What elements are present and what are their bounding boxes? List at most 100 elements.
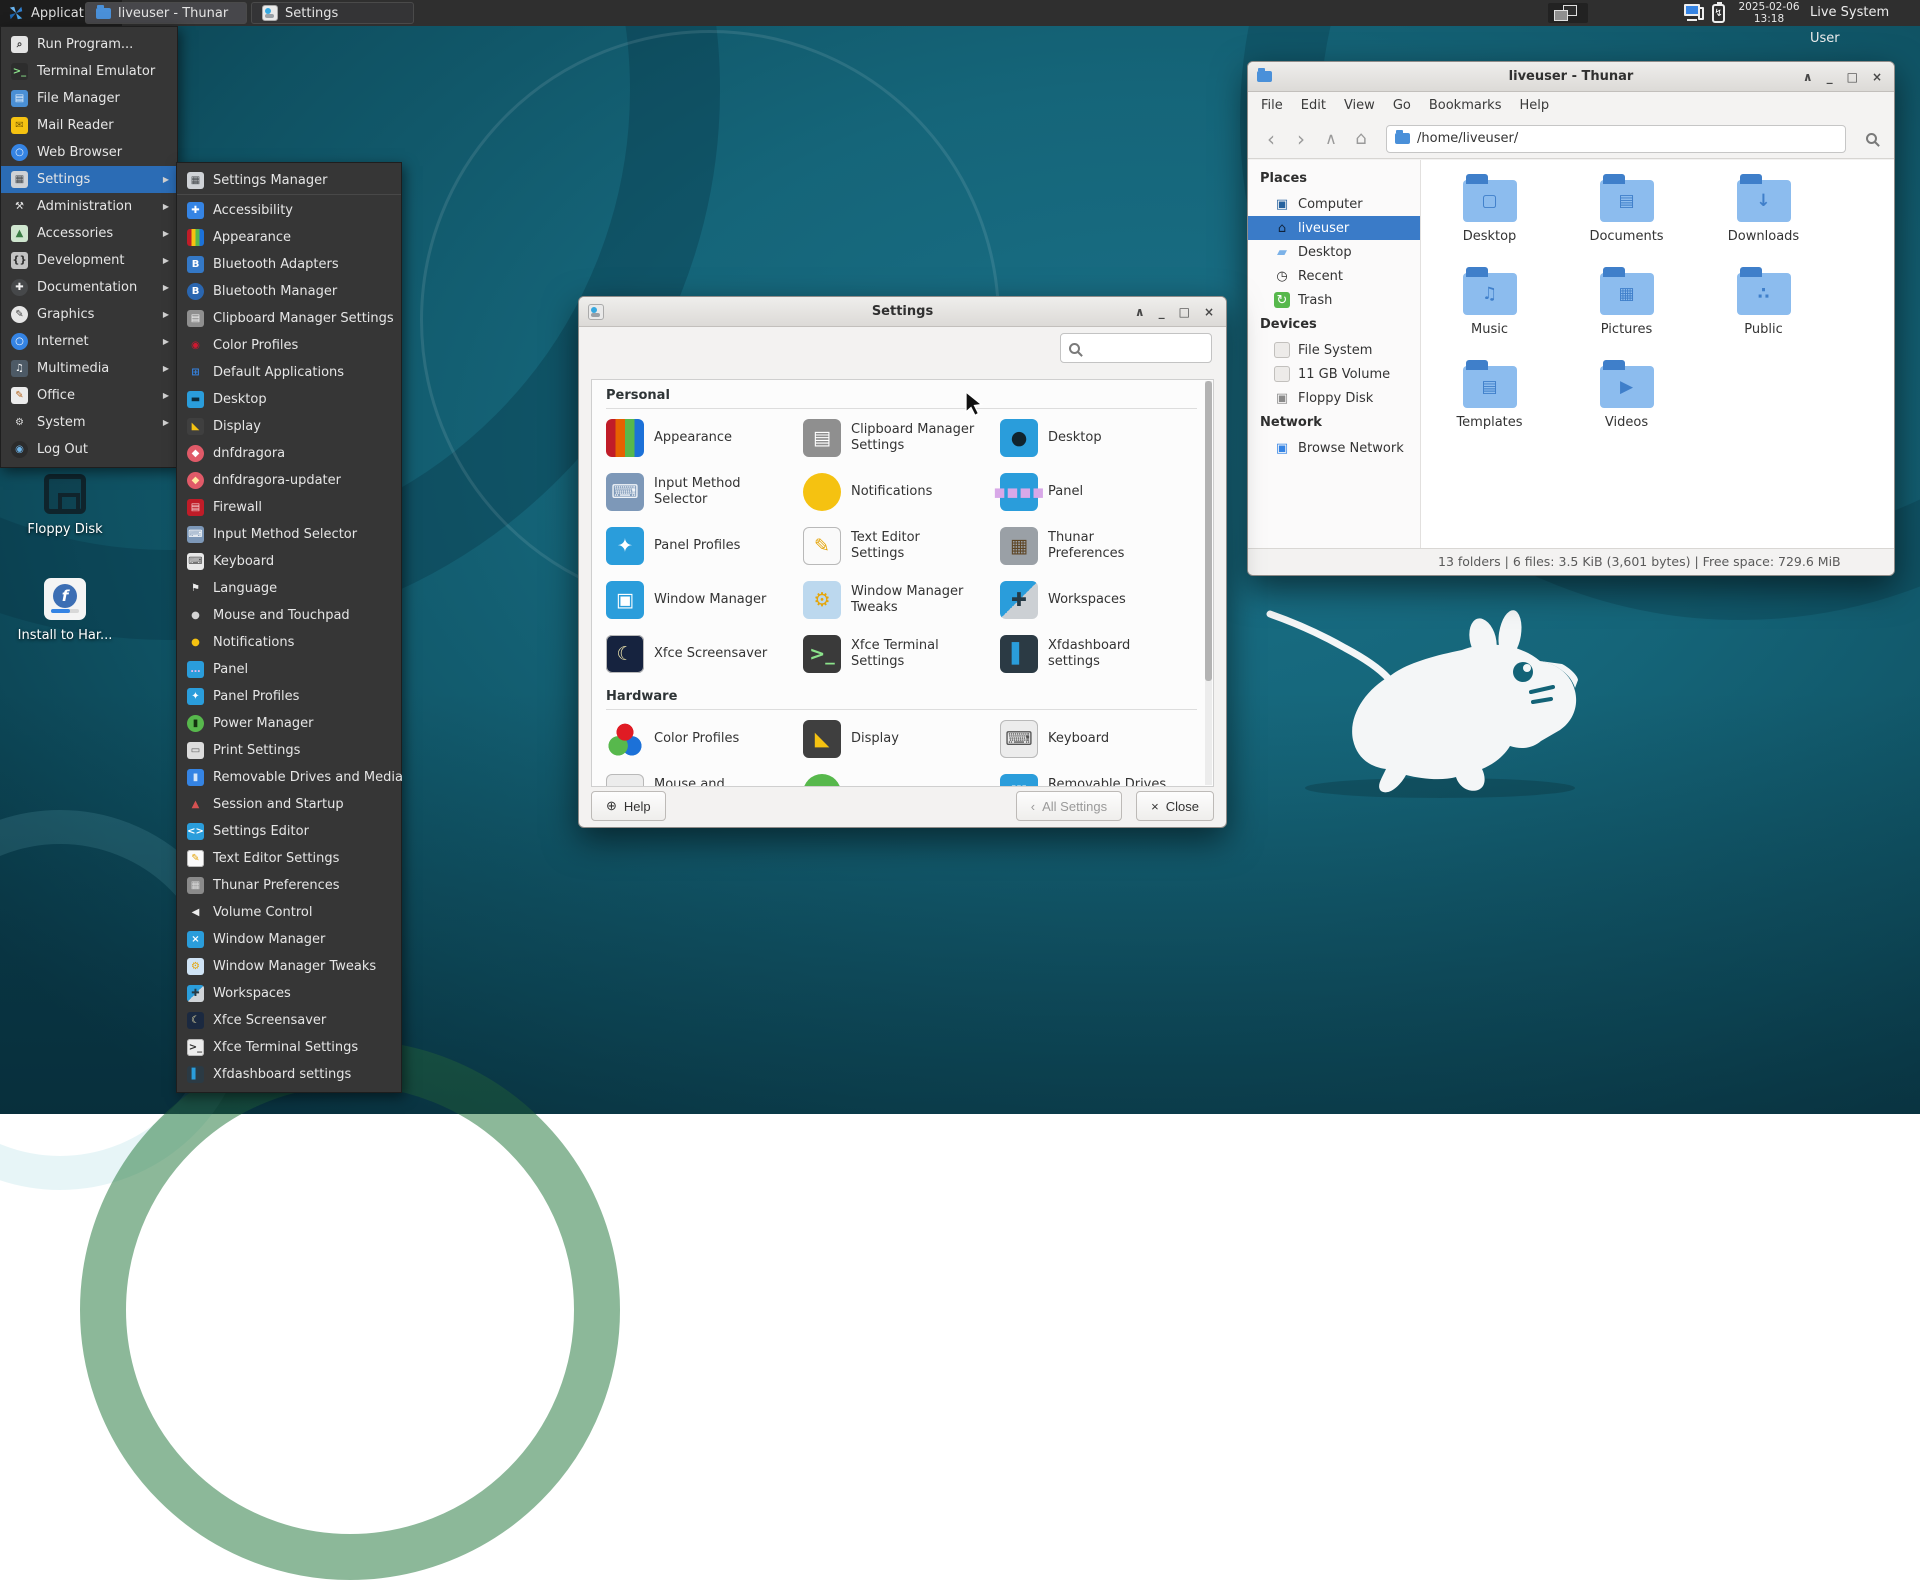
submenu-item[interactable]: ▌ Xfdashboard settings xyxy=(177,1061,401,1088)
folder-item[interactable]: ▤ Templates xyxy=(1421,358,1558,451)
submenu-item[interactable]: ⚑ Language xyxy=(177,575,401,602)
maximize-button[interactable]: □ xyxy=(1847,70,1858,84)
menu-item[interactable]: {} Development ▶ xyxy=(1,247,177,274)
folder-item[interactable]: ▢ Desktop xyxy=(1421,172,1558,265)
submenu-item[interactable]: ▤ Clipboard Manager Settings xyxy=(177,305,401,332)
sidebar-item[interactable]: ▰ Desktop xyxy=(1248,240,1420,264)
sidebar-item[interactable]: ▣ Floppy Disk xyxy=(1248,386,1420,410)
submenu-item[interactable]: B Bluetooth Adapters xyxy=(177,251,401,278)
folder-item[interactable]: ▤ Documents xyxy=(1558,172,1695,265)
submenu-item[interactable]: ⌨ Keyboard xyxy=(177,548,401,575)
settings-tile[interactable]: ▦ Thunar Preferences xyxy=(1000,519,1197,573)
submenu-item[interactable]: ◉ Color Profiles xyxy=(177,332,401,359)
menubar-item[interactable]: Go xyxy=(1384,92,1420,119)
settings-tile[interactable]: ☾ Xfce Screensaver xyxy=(606,627,803,681)
scrollbar[interactable] xyxy=(1205,381,1212,785)
settings-tile[interactable]: Notifications xyxy=(803,465,1000,519)
menu-item[interactable]: ⚒ Administration ▶ xyxy=(1,193,177,220)
settings-tile[interactable]: ● Power Manager xyxy=(803,766,1000,787)
shade-button[interactable]: ∧ xyxy=(1135,305,1145,319)
home-button[interactable]: ⌂ xyxy=(1348,126,1374,152)
scrollbar-thumb[interactable] xyxy=(1205,381,1212,681)
workspace-pager[interactable] xyxy=(1548,3,1588,23)
submenu-item[interactable]: ● Mouse and Touchpad xyxy=(177,602,401,629)
menu-item[interactable]: ▦ Settings ▶ xyxy=(1,166,177,193)
settings-titlebar[interactable]: Settings ∧ _ □ × xyxy=(579,297,1226,327)
submenu-item[interactable]: ⚙ Window Manager Tweaks xyxy=(177,953,401,980)
back-button[interactable]: ‹ xyxy=(1258,126,1284,152)
network-tray-icon[interactable] xyxy=(1684,4,1704,21)
sidebar-item[interactable]: ↻ Trash xyxy=(1248,288,1420,312)
settings-tile[interactable]: Appearance xyxy=(606,411,803,465)
sidebar-item[interactable]: ⌂ liveuser xyxy=(1248,216,1420,240)
taskbar-button-settings[interactable]: Settings xyxy=(251,2,414,24)
settings-tile[interactable]: ▪▪▪▪ Panel xyxy=(1000,465,1197,519)
settings-tile[interactable]: ● Desktop xyxy=(1000,411,1197,465)
maximize-button[interactable]: □ xyxy=(1179,305,1190,319)
menubar-item[interactable]: Bookmarks xyxy=(1420,92,1511,119)
submenu-item[interactable]: ▤ Firewall xyxy=(177,494,401,521)
menubar-item[interactable]: Edit xyxy=(1292,92,1335,119)
submenu-item[interactable]: ✚ Workspaces xyxy=(177,980,401,1007)
submenu-item[interactable]: ▮ Power Manager xyxy=(177,710,401,737)
folder-item[interactable]: ∴ Public xyxy=(1695,265,1832,358)
sidebar-item[interactable]: 11 GB Volume xyxy=(1248,362,1420,386)
submenu-item[interactable]: ✎ Text Editor Settings xyxy=(177,845,401,872)
help-button[interactable]: ⊕ Help xyxy=(591,791,666,821)
menu-item[interactable]: ⌕ Run Program... xyxy=(1,31,177,58)
submenu-item[interactable]: ▲ Session and Startup xyxy=(177,791,401,818)
submenu-item[interactable]: >_ Xfce Terminal Settings xyxy=(177,1034,401,1061)
taskbar-button-thunar[interactable]: liveuser - Thunar xyxy=(85,2,247,24)
minimize-button[interactable]: _ xyxy=(1827,70,1833,84)
menubar-item[interactable]: Help xyxy=(1510,92,1558,119)
sidebar-item[interactable]: File System xyxy=(1248,338,1420,362)
settings-tile[interactable]: ⌨ Keyboard xyxy=(1000,712,1197,766)
submenu-item[interactable]: … Panel xyxy=(177,656,401,683)
submenu-item[interactable]: ◣ Display xyxy=(177,413,401,440)
menubar-item[interactable]: View xyxy=(1335,92,1384,119)
submenu-item[interactable]: ▦ Settings Manager xyxy=(177,167,401,195)
submenu-item[interactable]: ◆ dnfdragora-updater xyxy=(177,467,401,494)
shade-button[interactable]: ∧ xyxy=(1803,70,1813,84)
menubar-item[interactable]: File xyxy=(1252,92,1292,119)
folder-item[interactable]: ▦ Pictures xyxy=(1558,265,1695,358)
settings-tile[interactable]: ✦ Panel Profiles xyxy=(606,519,803,573)
path-bar[interactable]: /home/liveuser/ xyxy=(1386,125,1846,153)
submenu-item[interactable]: ▦ Thunar Preferences xyxy=(177,872,401,899)
submenu-item[interactable]: ✚ Accessibility xyxy=(177,197,401,224)
settings-tile[interactable]: ▌ Xfdashboard settings xyxy=(1000,627,1197,681)
folder-item[interactable]: ▶ Videos xyxy=(1558,358,1695,451)
folder-item[interactable]: ♫ Music xyxy=(1421,265,1558,358)
settings-tile[interactable]: ✎ Text Editor Settings xyxy=(803,519,1000,573)
menu-item[interactable]: ○ Web Browser xyxy=(1,139,177,166)
folder-item[interactable]: ↓ Downloads xyxy=(1695,172,1832,265)
menu-item[interactable]: ▲ Accessories ▶ xyxy=(1,220,177,247)
settings-search-box[interactable] xyxy=(1060,333,1212,363)
submenu-item[interactable]: × Window Manager xyxy=(177,926,401,953)
settings-tile[interactable]: ◣ Display xyxy=(803,712,1000,766)
submenu-item[interactable]: ▭ Print Settings xyxy=(177,737,401,764)
menu-item[interactable]: ✎ Graphics ▶ xyxy=(1,301,177,328)
menu-item[interactable]: ○ Internet ▶ xyxy=(1,328,177,355)
submenu-item[interactable]: Appearance xyxy=(177,224,401,251)
close-button[interactable]: × xyxy=(1204,305,1214,319)
menu-item[interactable]: ✎ Office ▶ xyxy=(1,382,177,409)
workspace-1[interactable] xyxy=(1554,10,1568,21)
menu-item[interactable]: ⚙ System ▶ xyxy=(1,409,177,436)
settings-tile[interactable]: ⚙ Window Manager Tweaks xyxy=(803,573,1000,627)
up-button[interactable]: ∧ xyxy=(1318,126,1344,152)
submenu-item[interactable]: ⌨ Input Method Selector xyxy=(177,521,401,548)
submenu-item[interactable]: ▮ Removable Drives and Media xyxy=(177,764,401,791)
close-button[interactable]: × xyxy=(1872,70,1882,84)
menu-item[interactable]: ♫ Multimedia ▶ xyxy=(1,355,177,382)
desktop-icon-floppy[interactable]: Floppy Disk xyxy=(8,474,122,537)
settings-tile[interactable]: ⌨ Input Method Selector xyxy=(606,465,803,519)
search-input[interactable] xyxy=(1086,341,1186,356)
all-settings-button[interactable]: ‹ All Settings xyxy=(1016,791,1122,821)
settings-tile[interactable]: Color Profiles xyxy=(606,712,803,766)
minimize-button[interactable]: _ xyxy=(1159,305,1165,319)
sidebar-item[interactable]: ◷ Recent xyxy=(1248,264,1420,288)
submenu-item[interactable]: ◆ dnfdragora xyxy=(177,440,401,467)
submenu-item[interactable]: <> Settings Editor xyxy=(177,818,401,845)
submenu-item[interactable]: ▬ Desktop xyxy=(177,386,401,413)
